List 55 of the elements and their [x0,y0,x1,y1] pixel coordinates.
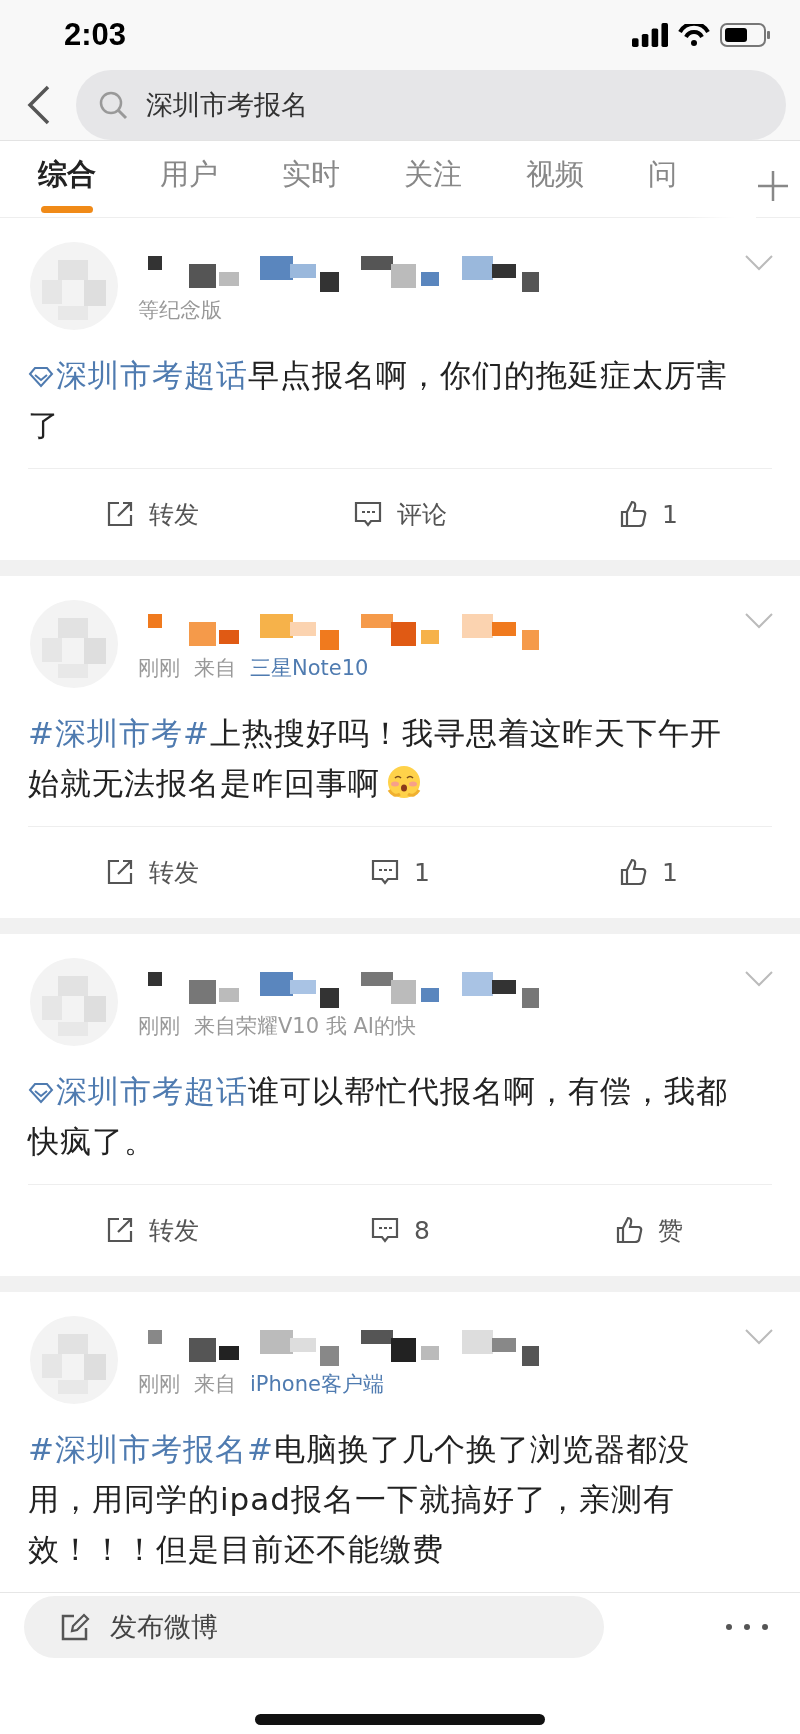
post-meta: 刚刚 [138,1012,180,1040]
topic-link[interactable]: #深圳市考# [28,714,210,751]
post-text: #深圳市考报名#电脑换了几个换了浏览器都没用，用同学的ipad报名一下就搞好了，亲测有效！！！但是目前还不能缴费 [28,1429,691,1569]
post-meta: 来自荣耀V10 我 AI的快 [194,1012,416,1040]
battery-icon [720,22,770,47]
search-tab[interactable]: 视频 [526,140,584,217]
like-button[interactable]: 1 [524,498,772,531]
avatar-icon[interactable] [28,239,120,332]
signal-icon [632,22,668,47]
like-button[interactable]: 1 [524,856,772,889]
post-meta: 等纪念版 [138,296,222,324]
topic-link[interactable]: 深圳市考超话 [28,356,248,393]
post-text: #深圳市考#上热搜好吗！我寻思着这昨天下午开始就无法报名是咋回事啊 [28,713,723,803]
comment-button[interactable]: 评论 [276,496,524,532]
post-meta: 刚刚 [138,1370,180,1398]
post-meta: 刚刚 [138,654,180,682]
post-text: 深圳市考超话早点报名啊，你们的拖延症太厉害了 [28,355,729,445]
repost-button[interactable]: 转发 [28,496,276,532]
home-indicator[interactable] [255,1714,545,1726]
search-tab[interactable]: 用户 [160,140,218,217]
thumbs-up-icon [618,857,649,888]
more-icon[interactable] [724,1622,770,1633]
search-icon [98,89,128,120]
repost-button[interactable]: 转发 [28,1212,276,1248]
post-text: 深圳市考超话谁可以帮忙代报名啊，有偿，我都快疯了。 [28,1071,729,1161]
wifi-icon [678,23,710,46]
compose-button[interactable]: 发布微博 [24,1596,604,1659]
chevron-down-icon[interactable] [744,253,774,272]
topic-link[interactable]: #深圳市考报名# [28,1430,274,1467]
thumbs-up-icon [618,499,649,530]
emoji-icon [386,763,422,800]
source-link[interactable]: iPhone客户端 [250,1369,384,1398]
avatar-icon[interactable] [28,597,120,690]
chevron-down-icon[interactable] [744,969,774,988]
post-meta: 来自 [194,1370,236,1398]
search-tab[interactable]: 综合 [38,140,96,217]
topic-link[interactable]: 深圳市考超话 [28,1072,248,1109]
avatar-icon[interactable] [28,955,120,1048]
search-tab[interactable]: 问 [648,140,677,217]
comment-button[interactable]: 8 [276,1214,524,1247]
comment-button[interactable]: 1 [276,856,524,889]
chevron-down-icon[interactable] [744,1327,774,1346]
repost-button[interactable]: 转发 [28,854,276,890]
source-link[interactable]: 三星Note10 [250,653,369,682]
diamond-icon [28,1081,54,1104]
clock-time: 2:03 [64,16,127,53]
search-tab[interactable]: 实时 [282,140,340,217]
search-tab[interactable]: 关注 [404,140,462,217]
add-icon[interactable] [756,168,790,203]
avatar-icon[interactable] [28,1313,120,1406]
chevron-down-icon[interactable] [744,611,774,630]
post-meta: 来自 [194,654,236,682]
diamond-icon [28,365,54,388]
edit-icon [60,1612,90,1643]
like-button[interactable]: 赞 [524,1212,772,1248]
